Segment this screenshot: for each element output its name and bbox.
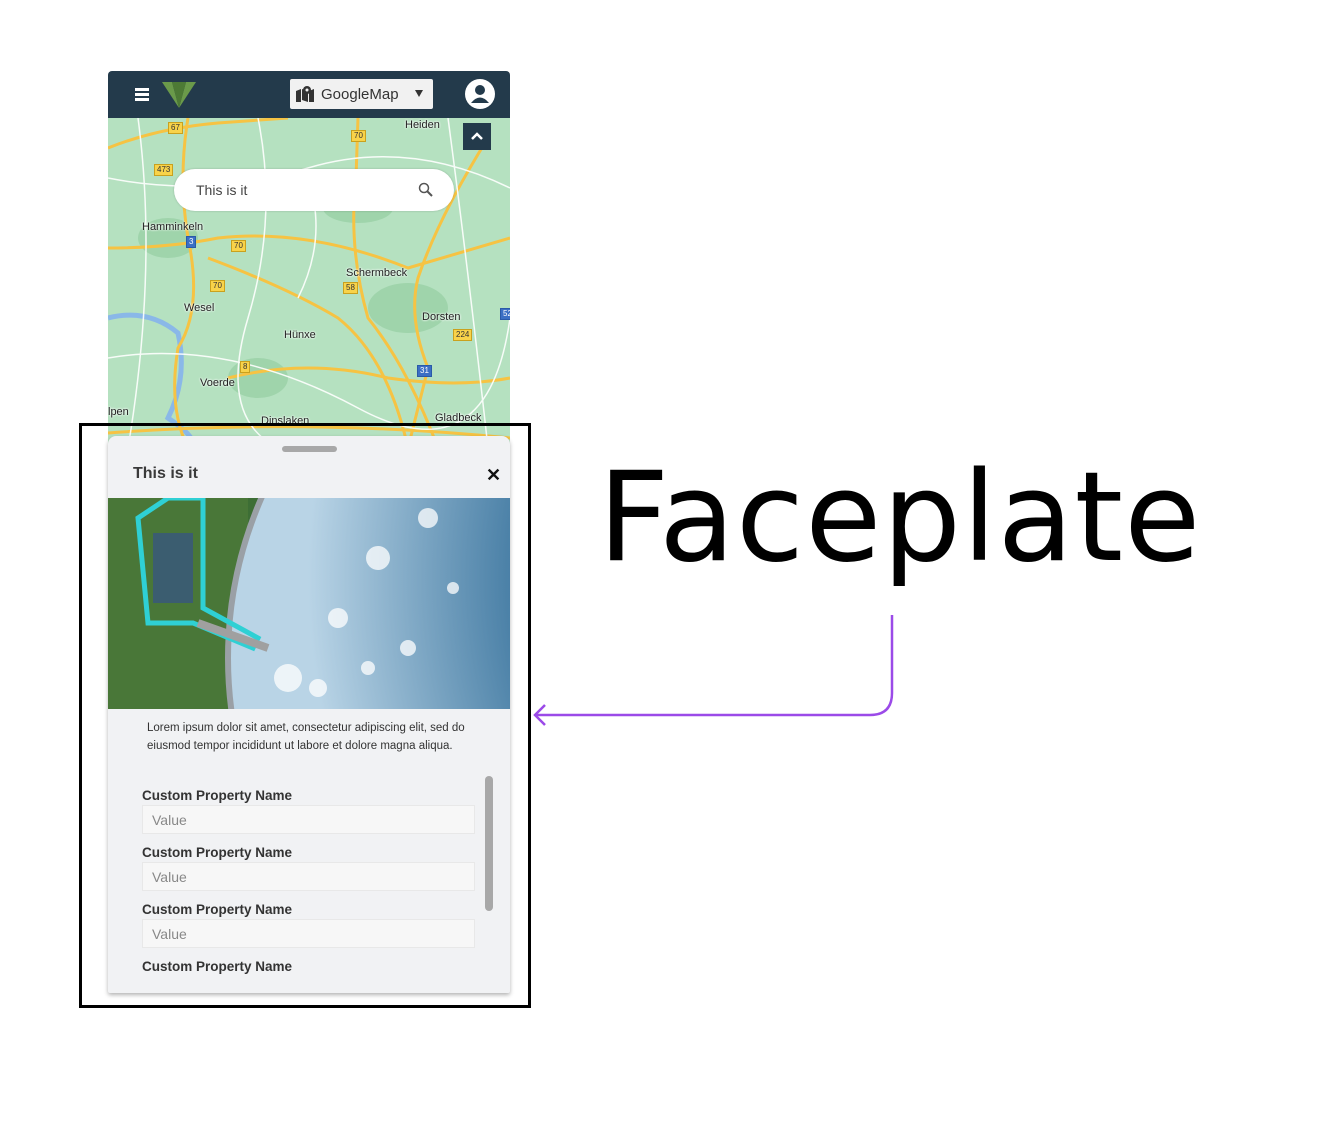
annotation-arrow <box>533 615 894 726</box>
